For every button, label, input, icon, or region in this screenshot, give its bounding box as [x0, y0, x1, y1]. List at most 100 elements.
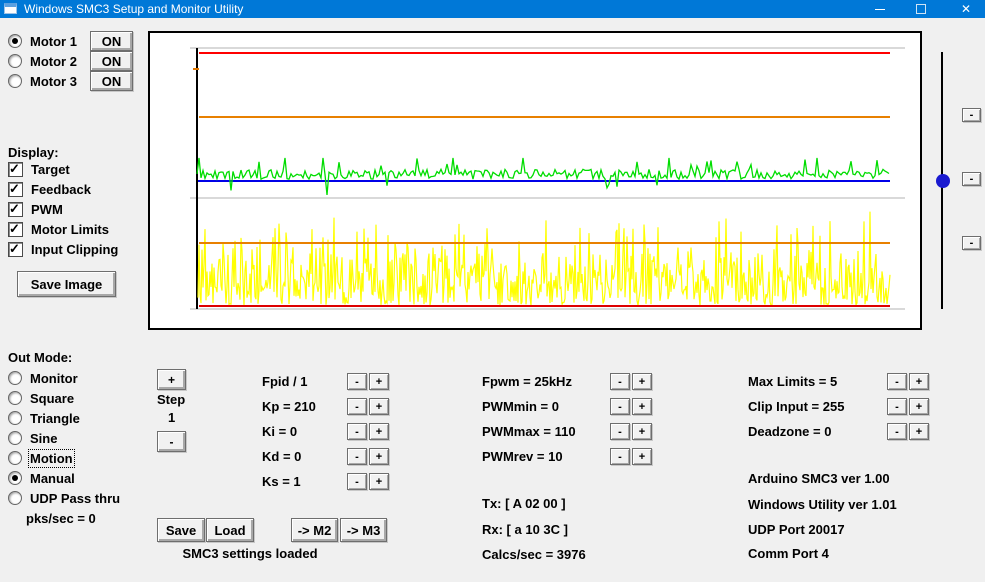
- udp-pass-thru-label: UDP Pass thru: [30, 491, 120, 506]
- udp-pass-thru-radio[interactable]: [8, 491, 22, 505]
- check-icon: ✓: [9, 221, 20, 237]
- save-button[interactable]: Save: [157, 518, 205, 542]
- scale-slider-thumb[interactable]: [936, 174, 950, 188]
- ki-label: Ki = 0: [262, 424, 297, 439]
- out-mode-manual[interactable]: Manual: [8, 470, 75, 486]
- fpwm-plus-button[interactable]: +: [632, 373, 652, 390]
- ks-minus-button[interactable]: -: [347, 473, 367, 490]
- ki-plus-button[interactable]: +: [369, 423, 389, 440]
- motor-limits-checkbox-label: Motor Limits: [31, 222, 109, 237]
- fpwm-minus-button[interactable]: -: [610, 373, 630, 390]
- motor-2-on-button[interactable]: ON: [90, 51, 133, 71]
- motion-label: Motion: [30, 451, 73, 466]
- square-radio[interactable]: [8, 391, 22, 405]
- motor-1-option[interactable]: Motor 1: [8, 33, 77, 49]
- out-mode-udp[interactable]: UDP Pass thru: [8, 490, 120, 506]
- motor-1-on-button[interactable]: ON: [90, 31, 133, 51]
- out-mode-monitor[interactable]: Monitor: [8, 370, 78, 386]
- window-title: Windows SMC3 Setup and Monitor Utility: [24, 0, 243, 18]
- ks-plus-button[interactable]: +: [369, 473, 389, 490]
- out-mode-square[interactable]: Square: [8, 390, 74, 406]
- load-button[interactable]: Load: [206, 518, 254, 542]
- pwm-checkbox[interactable]: ✓: [8, 202, 23, 217]
- clip-input-plus-button[interactable]: +: [909, 398, 929, 415]
- max-limits-plus-button[interactable]: +: [909, 373, 929, 390]
- smc3-window: Windows SMC3 Setup and Monitor Utility ✕…: [0, 0, 985, 582]
- title-bar: Windows SMC3 Setup and Monitor Utility ✕: [0, 0, 985, 18]
- target-checkbox[interactable]: ✓: [8, 162, 23, 177]
- pwmmin-label: PWMmin = 0: [482, 399, 559, 414]
- copy-to-m3-button[interactable]: -> M3: [340, 518, 387, 542]
- motor-limits-checkbox-row[interactable]: ✓ Motor Limits: [8, 221, 109, 237]
- calcs-per-sec-value: Calcs/sec = 3976: [482, 547, 586, 562]
- motor-3-on-button[interactable]: ON: [90, 71, 133, 91]
- sine-radio[interactable]: [8, 431, 22, 445]
- pwmmin-plus-button[interactable]: +: [632, 398, 652, 415]
- out-mode-sine[interactable]: Sine: [8, 430, 57, 446]
- scale-2-minus-button[interactable]: -: [962, 172, 981, 186]
- arduino-version: Arduino SMC3 ver 1.00: [748, 471, 890, 486]
- motor-1-radio[interactable]: [8, 34, 22, 48]
- motor-3-radio[interactable]: [8, 74, 22, 88]
- rx-value: Rx: [ a 10 3C ]: [482, 522, 568, 537]
- fpid-label: Fpid / 1: [262, 374, 308, 389]
- monitor-radio[interactable]: [8, 371, 22, 385]
- deadzone-label: Deadzone = 0: [748, 424, 831, 439]
- motor-3-option[interactable]: Motor 3: [8, 73, 77, 89]
- pwmrev-plus-button[interactable]: +: [632, 448, 652, 465]
- minimize-button[interactable]: [864, 0, 896, 18]
- step-plus-button[interactable]: +: [157, 369, 186, 390]
- kd-minus-button[interactable]: -: [347, 448, 367, 465]
- step-label: Step: [157, 392, 185, 407]
- motor-2-radio[interactable]: [8, 54, 22, 68]
- monitor-label: Monitor: [30, 371, 78, 386]
- minimize-icon: [875, 9, 885, 10]
- close-button[interactable]: ✕: [950, 0, 982, 18]
- input-clipping-checkbox-row[interactable]: ✓ Input Clipping: [8, 241, 118, 257]
- feedback-checkbox[interactable]: ✓: [8, 182, 23, 197]
- check-icon: ✓: [9, 241, 20, 257]
- clip-input-minus-button[interactable]: -: [887, 398, 907, 415]
- utility-version: Windows Utility ver 1.01: [748, 497, 897, 512]
- max-limits-minus-button[interactable]: -: [887, 373, 907, 390]
- motion-radio[interactable]: [8, 451, 22, 465]
- motor-2-label: Motor 2: [30, 54, 77, 69]
- pwm-checkbox-label: PWM: [31, 202, 63, 217]
- feedback-checkbox-row[interactable]: ✓ Feedback: [8, 181, 91, 197]
- copy-to-m2-button[interactable]: -> M2: [291, 518, 338, 542]
- pwmmin-minus-button[interactable]: -: [610, 398, 630, 415]
- manual-radio[interactable]: [8, 471, 22, 485]
- out-mode-triangle[interactable]: Triangle: [8, 410, 80, 426]
- step-value: 1: [168, 410, 175, 425]
- max-limits-label: Max Limits = 5: [748, 374, 837, 389]
- settings-status: SMC3 settings loaded: [160, 546, 340, 561]
- app-icon: [4, 3, 17, 14]
- motor-2-option[interactable]: Motor 2: [8, 53, 77, 69]
- udp-port-value: UDP Port 20017: [748, 522, 845, 537]
- kp-minus-button[interactable]: -: [347, 398, 367, 415]
- pwm-checkbox-row[interactable]: ✓ PWM: [8, 201, 63, 217]
- out-mode-motion[interactable]: Motion: [8, 450, 73, 466]
- fpid-minus-button[interactable]: -: [347, 373, 367, 390]
- display-heading: Display:: [8, 145, 59, 160]
- save-image-button[interactable]: Save Image: [17, 271, 116, 297]
- kd-plus-button[interactable]: +: [369, 448, 389, 465]
- motor-limits-checkbox[interactable]: ✓: [8, 222, 23, 237]
- pwmrev-minus-button[interactable]: -: [610, 448, 630, 465]
- input-clipping-checkbox[interactable]: ✓: [8, 242, 23, 257]
- scale-1-minus-button[interactable]: -: [962, 108, 981, 122]
- scale-3-minus-button[interactable]: -: [962, 236, 981, 250]
- ki-minus-button[interactable]: -: [347, 423, 367, 440]
- check-icon: ✓: [9, 201, 20, 217]
- maximize-button[interactable]: [905, 0, 937, 18]
- fpwm-label: Fpwm = 25kHz: [482, 374, 572, 389]
- step-minus-button[interactable]: -: [157, 431, 186, 452]
- fpid-plus-button[interactable]: +: [369, 373, 389, 390]
- pwmmax-minus-button[interactable]: -: [610, 423, 630, 440]
- kp-plus-button[interactable]: +: [369, 398, 389, 415]
- pwmmax-plus-button[interactable]: +: [632, 423, 652, 440]
- deadzone-plus-button[interactable]: +: [909, 423, 929, 440]
- deadzone-minus-button[interactable]: -: [887, 423, 907, 440]
- triangle-radio[interactable]: [8, 411, 22, 425]
- target-checkbox-row[interactable]: ✓ Target: [8, 161, 70, 177]
